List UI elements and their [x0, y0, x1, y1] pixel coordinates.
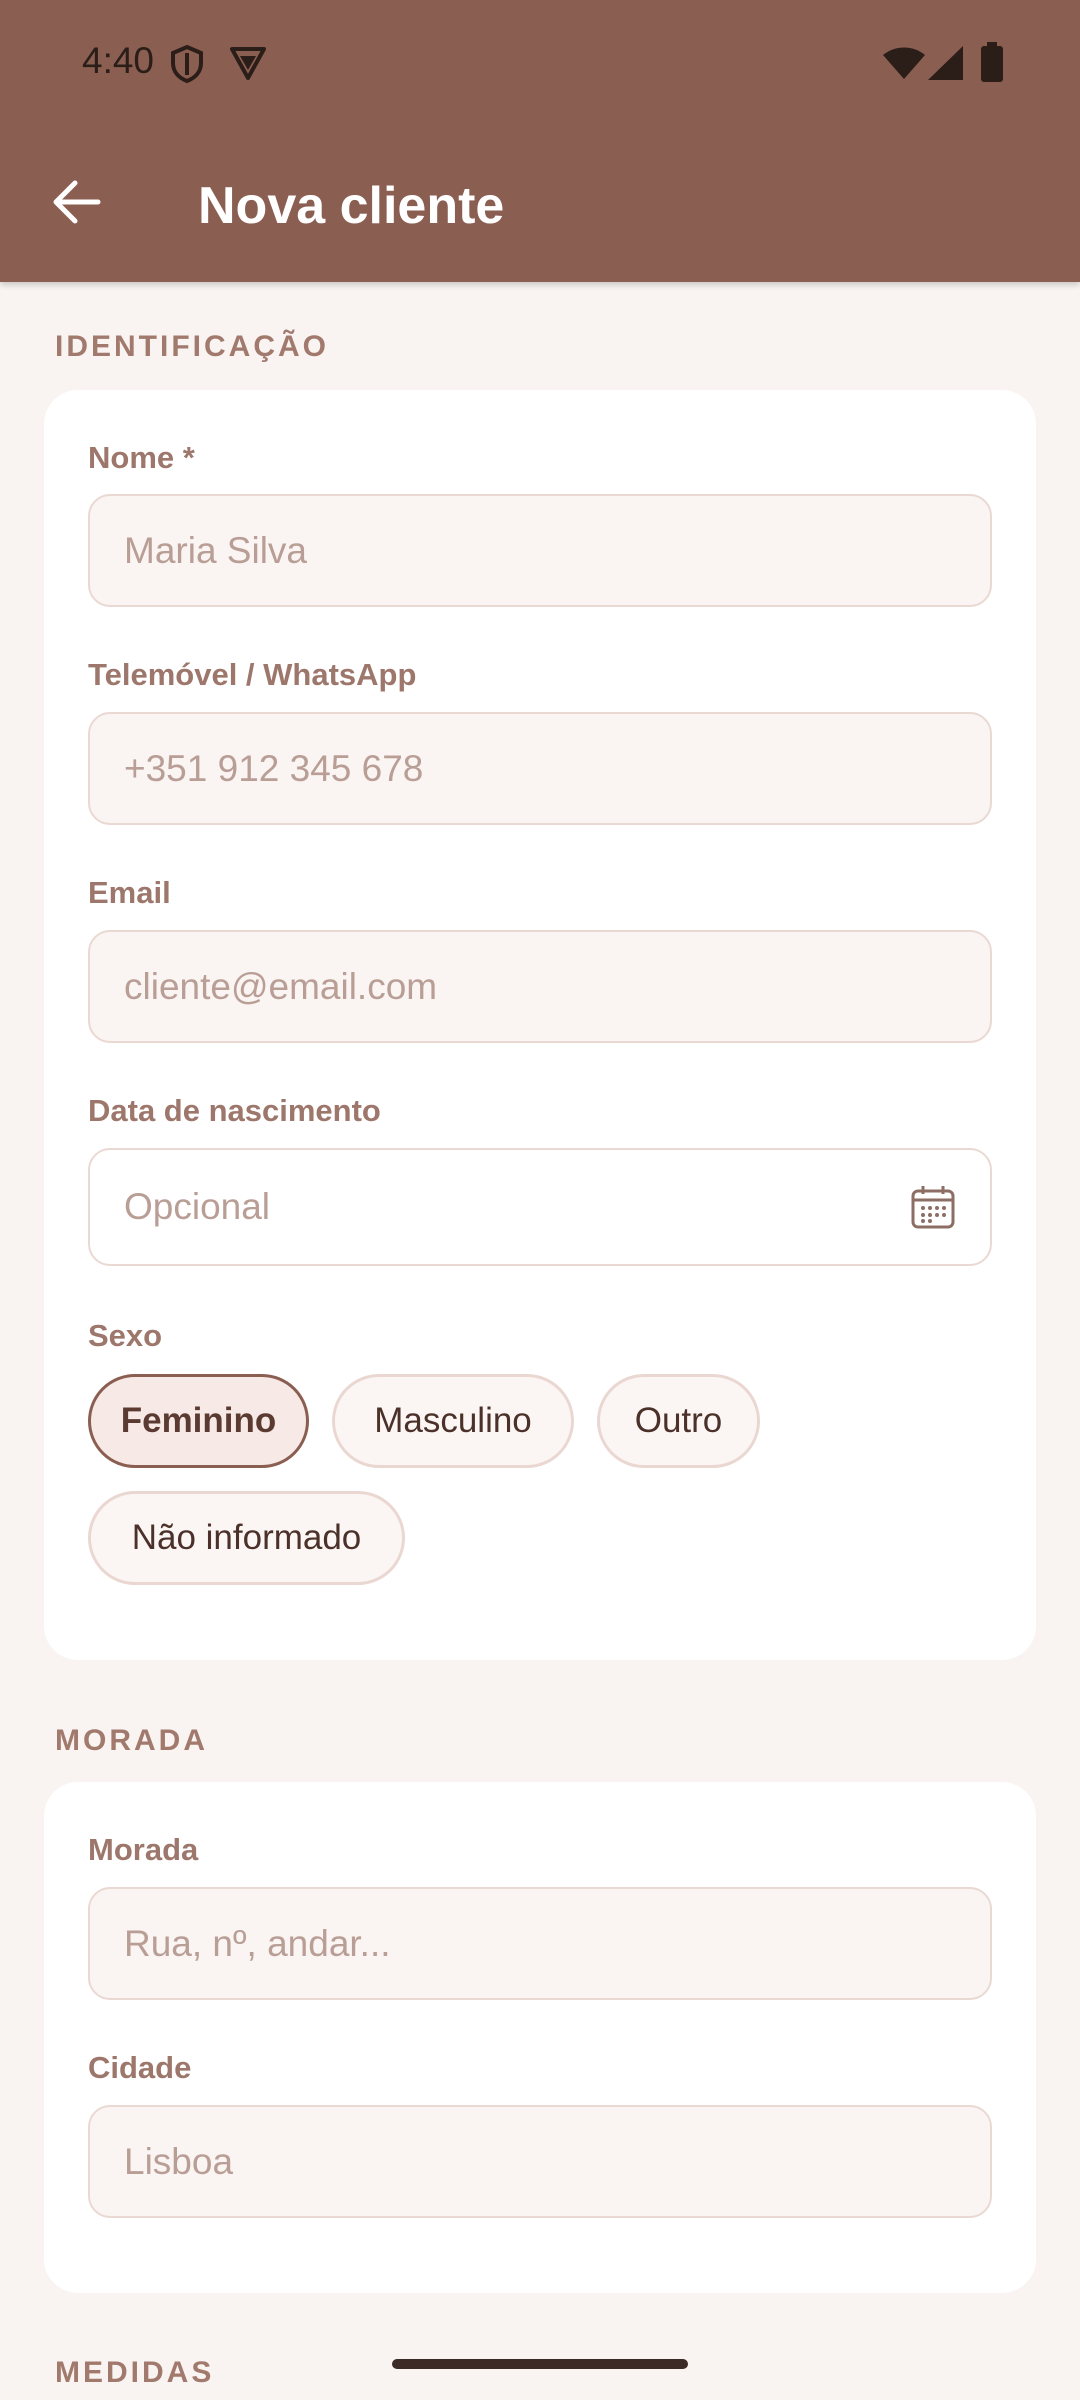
chip-nao-informado[interactable]: Não informado [88, 1491, 405, 1585]
nome-input[interactable]: Maria Silva [88, 494, 992, 607]
morada-label: Morada [88, 1832, 199, 1867]
app-bar: 4:40 Nova cliente [0, 0, 1080, 282]
email-label: Email [88, 875, 171, 910]
status-bar: 4:40 [0, 0, 1080, 128]
nascimento-input[interactable]: Opcional [88, 1148, 992, 1266]
chip-feminino[interactable]: Feminino [88, 1374, 309, 1468]
page-title: Nova cliente [198, 177, 505, 235]
telemovel-placeholder: +351 912 345 678 [124, 747, 424, 789]
cidade-placeholder: Lisboa [124, 2140, 234, 2182]
morada-placeholder: Rua, nº, andar... [124, 1922, 391, 1964]
status-time: 4:40 [82, 40, 155, 81]
nome-placeholder: Maria Silva [124, 529, 307, 571]
nascimento-label: Data de nascimento [88, 1093, 381, 1128]
chip-masculino[interactable]: Masculino [332, 1374, 574, 1468]
section-label-medidas: MEDIDAS [55, 2356, 215, 2389]
telemovel-label: Telemóvel / WhatsApp [88, 657, 417, 692]
wifi-icon [882, 46, 926, 85]
email-placeholder: cliente@email.com [124, 965, 438, 1007]
nome-label: Nome * [88, 440, 195, 475]
email-input[interactable]: cliente@email.com [88, 930, 992, 1043]
calendar-icon[interactable] [910, 1184, 956, 1239]
shield-icon [168, 44, 206, 89]
nascimento-placeholder: Opcional [124, 1186, 271, 1227]
section-label-morada: MORADA [55, 1724, 208, 1757]
back-button[interactable] [40, 168, 112, 240]
home-indicator[interactable] [392, 2359, 688, 2369]
signal-icon [928, 46, 964, 85]
cidade-label: Cidade [88, 2050, 192, 2085]
chip-outro[interactable]: Outro [597, 1374, 760, 1468]
sexo-label: Sexo [88, 1318, 163, 1353]
morada-input[interactable]: Rua, nº, andar... [88, 1887, 992, 2000]
vpn-icon [228, 44, 268, 87]
cidade-input[interactable]: Lisboa [88, 2105, 992, 2218]
section-label-identificacao: IDENTIFICAÇÃO [55, 330, 329, 363]
battery-icon [980, 42, 1004, 87]
back-arrow-icon [51, 179, 101, 230]
telemovel-input[interactable]: +351 912 345 678 [88, 712, 992, 825]
